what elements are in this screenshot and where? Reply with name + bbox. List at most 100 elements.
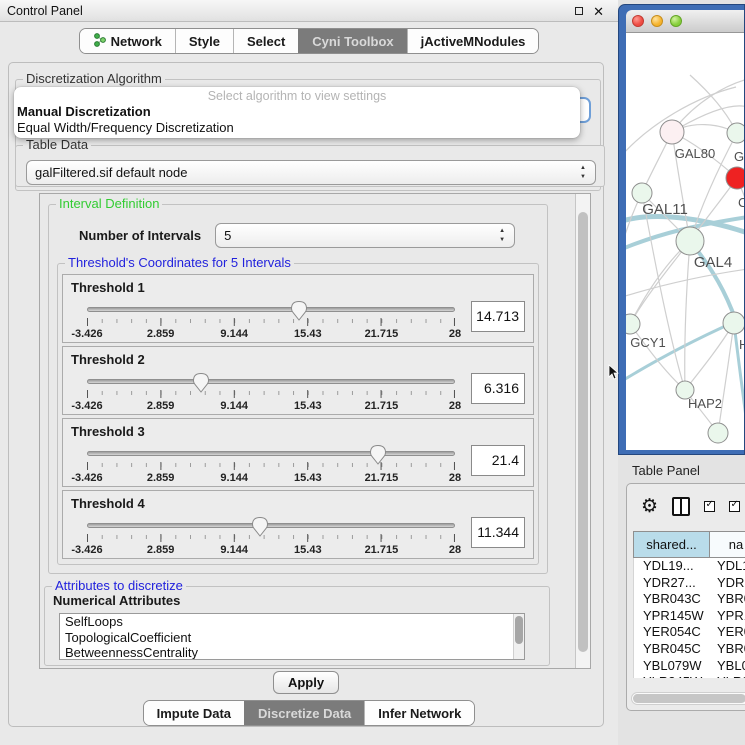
- node-label: C: [738, 195, 744, 210]
- tab-label: Impute Data: [157, 706, 231, 721]
- threshold-panel-2: Threshold 2-3.4262.8599.14415.4321.71528…: [62, 346, 534, 415]
- settings-scrollbar[interactable]: [575, 194, 590, 668]
- network-window-titlebar[interactable]: [626, 10, 744, 33]
- table-cell: YBR045C: [634, 641, 710, 658]
- table-row[interactable]: YBR043CYBR0: [634, 591, 745, 608]
- threshold-value-field[interactable]: 14.713: [471, 301, 525, 332]
- slider-track[interactable]: [87, 451, 455, 456]
- group-title: Threshold's Coordinates for 5 Intervals: [65, 255, 294, 270]
- table-cell: YDL19...: [634, 558, 710, 575]
- network-node-gcy1[interactable]: [626, 314, 640, 334]
- tab-label: Discretize Data: [258, 706, 351, 721]
- column-header-name[interactable]: na: [710, 532, 745, 557]
- attribute-list-item[interactable]: TopologicalCoefficient: [60, 630, 524, 646]
- table-cell: YBR0: [710, 591, 745, 608]
- table-row[interactable]: YBR045CYBR0: [634, 641, 745, 658]
- attribute-list-item[interactable]: BetweennessCentrality: [60, 645, 524, 660]
- slider-thumb[interactable]: [291, 301, 307, 321]
- float-window-icon[interactable]: [575, 7, 583, 15]
- tick-label: 2.859: [147, 472, 175, 484]
- tab-cyni-toolbox[interactable]: Cyni Toolbox: [298, 29, 406, 53]
- network-node-bottom[interactable]: [708, 423, 728, 443]
- control-panel: Control Panel ✕: [0, 0, 618, 745]
- tab-style[interactable]: Style: [175, 29, 233, 53]
- zoom-traffic-light-icon[interactable]: [670, 15, 682, 27]
- table-horizontal-scrollbar[interactable]: [631, 692, 745, 705]
- dropdown-option-equal-width-frequency[interactable]: Equal Width/Frequency Discretization: [14, 120, 580, 136]
- slider-ticks: [87, 534, 455, 543]
- slider-track[interactable]: [87, 307, 455, 312]
- table-cell: YDR27...: [634, 575, 710, 592]
- node-label: H: [739, 337, 744, 352]
- tab-select[interactable]: Select: [233, 29, 298, 53]
- group-title: Interval Definition: [56, 196, 162, 211]
- column-header-shared[interactable]: shared...: [634, 532, 710, 557]
- network-node-gal11[interactable]: [632, 183, 652, 203]
- tick-label: 2.859: [147, 544, 175, 556]
- close-icon[interactable]: ✕: [593, 5, 604, 18]
- tick-label: 2.859: [147, 400, 175, 412]
- network-node-top-right[interactable]: [727, 123, 744, 143]
- threshold-label: Threshold 3: [71, 424, 145, 439]
- tick-label: 28: [449, 472, 461, 484]
- table-cell: YBL079W: [634, 658, 710, 675]
- table-row[interactable]: YBL079WYBL0: [634, 658, 745, 675]
- tab-discretize-data[interactable]: Discretize Data: [244, 701, 364, 725]
- table-row[interactable]: YDR27...YDR2: [634, 575, 745, 592]
- control-panel-tabbar: Network Style Select Cyni Toolbox jActiv…: [0, 28, 618, 54]
- table-row[interactable]: YER054CYER0: [634, 624, 745, 641]
- tick-label: -3.426: [71, 400, 102, 412]
- network-node-gal80[interactable]: [660, 120, 684, 144]
- tab-infer-network[interactable]: Infer Network: [364, 701, 474, 725]
- network-node-red[interactable]: [726, 167, 744, 189]
- slider-thumb[interactable]: [193, 373, 209, 393]
- table-row[interactable]: YDL19...YDL1: [634, 558, 745, 575]
- table-row[interactable]: YPR145WYPR1: [634, 608, 745, 625]
- slider-track[interactable]: [87, 379, 455, 384]
- table-data-combobox[interactable]: galFiltered.sif default node ▲▼: [26, 160, 596, 185]
- tick-label: 15.43: [294, 544, 322, 556]
- threshold-value-field[interactable]: 21.4: [471, 445, 525, 476]
- network-node-h[interactable]: [723, 312, 744, 334]
- table-row[interactable]: YLR345WYLR3: [634, 674, 745, 678]
- tab-label: Select: [247, 34, 285, 49]
- minimize-traffic-light-icon[interactable]: [651, 15, 663, 27]
- table-cell: YDL1: [710, 558, 745, 575]
- dropdown-option-manual-discretization[interactable]: Manual Discretization: [14, 104, 580, 120]
- number-of-intervals-combobox[interactable]: 5 ▲▼: [215, 223, 515, 248]
- checkbox-icon[interactable]: [729, 501, 740, 512]
- threshold-panel-4: Threshold 4-3.4262.8599.14415.4321.71528…: [62, 490, 534, 559]
- list-scrollbar[interactable]: [513, 614, 524, 659]
- checkbox-icon[interactable]: [704, 501, 715, 512]
- tick-label: 28: [449, 328, 461, 340]
- table-cell: YBL0: [710, 658, 745, 675]
- group-title: Table Data: [23, 137, 91, 152]
- slider-track[interactable]: [87, 523, 455, 528]
- apply-button[interactable]: Apply: [273, 671, 339, 694]
- threshold-value-field[interactable]: 11.344: [471, 517, 525, 548]
- slider-ticks: [87, 462, 455, 471]
- tick-label: -3.426: [71, 472, 102, 484]
- combo-spinner-icon: ▲▼: [499, 226, 505, 244]
- table-panel: Table Panel ⚙ shared... na YDL19...YDL1Y…: [618, 455, 745, 745]
- table-cell: YPR1: [710, 608, 745, 625]
- tab-network[interactable]: Network: [80, 29, 175, 53]
- slider-thumb[interactable]: [252, 517, 268, 537]
- attribute-list-item[interactable]: SelfLoops: [60, 614, 524, 630]
- slider-thumb[interactable]: [370, 445, 386, 465]
- node-label: HAP2: [688, 396, 722, 411]
- network-node-gal4[interactable]: [676, 227, 704, 255]
- tab-impute-data[interactable]: Impute Data: [144, 701, 244, 725]
- network-edge: [630, 324, 685, 390]
- tab-jactivemnodules[interactable]: jActiveMNodules: [407, 29, 539, 53]
- threshold-label: Threshold 4: [71, 496, 145, 511]
- threshold-value-field[interactable]: 6.316: [471, 373, 525, 404]
- network-canvas[interactable]: GAL80GAGAL11CGAL4GCY1HHAP2: [626, 33, 744, 450]
- close-traffic-light-icon[interactable]: [632, 15, 644, 27]
- slider-ticks: [87, 318, 455, 327]
- split-pane-icon[interactable]: [672, 497, 690, 516]
- node-table: shared... na YDL19...YDL1YDR27...YDR2YBR…: [633, 531, 745, 678]
- tick-label: 2.859: [147, 328, 175, 340]
- gear-icon[interactable]: ⚙: [641, 497, 658, 516]
- algorithm-dropdown-popup: Select algorithm to view settings Manual…: [14, 87, 580, 138]
